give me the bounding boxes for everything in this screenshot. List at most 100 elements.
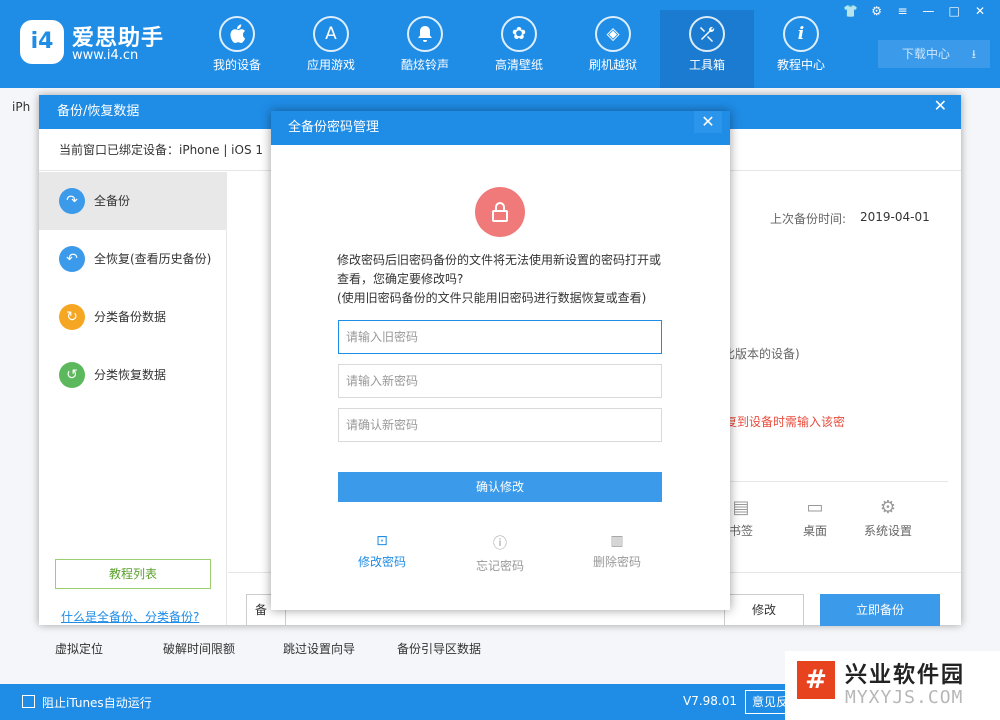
- flower-icon: ✿: [501, 16, 537, 52]
- action-label: 删除密码: [592, 555, 641, 569]
- tutorial-list-button[interactable]: 教程列表: [55, 559, 211, 589]
- option-label: 系统设置: [863, 524, 912, 538]
- block-itunes-checkbox[interactable]: [22, 695, 35, 708]
- option-label: 桌面: [802, 524, 827, 538]
- window-controls: 👕 ⚙ ≡ — □ ✕: [839, 2, 990, 20]
- download-icon: ⭳: [971, 47, 976, 61]
- nav-item-tutorials[interactable]: i 教程中心: [754, 10, 848, 80]
- sidebar-item-label: 分类备份数据: [94, 310, 167, 324]
- sidebar-item-label: 全恢复(查看历史备份): [94, 252, 212, 266]
- sidebar-item-category-backup[interactable]: ↻ 分类备份数据: [39, 288, 227, 346]
- question-icon: ⓘ: [493, 536, 507, 552]
- appstore-icon: A: [313, 16, 349, 52]
- nav-item-wallpapers[interactable]: ✿ 高清壁纸: [472, 10, 566, 80]
- sidebar-item-full-backup[interactable]: ↷ 全备份: [39, 172, 227, 230]
- bell-icon: [407, 16, 443, 52]
- sidebar-item-full-restore[interactable]: ↶ 全恢复(查看历史备份): [39, 230, 227, 288]
- message-line: 修改密码后旧密码备份的文件将无法使用新设置的密码打开或: [337, 253, 662, 267]
- watermark-logo-icon: #: [797, 661, 835, 699]
- menu-icon[interactable]: ≡: [893, 2, 913, 20]
- forgot-password-tab[interactable]: ⓘ 忘记密码: [460, 533, 540, 574]
- app-logo: i4 爱思助手 www.i4.cn: [20, 18, 170, 68]
- close-icon[interactable]: ✕: [694, 111, 722, 133]
- download-center-label: 下载中心: [902, 47, 951, 61]
- sidebar-item-category-restore[interactable]: ↺ 分类恢复数据: [39, 346, 227, 404]
- action-label: 忘记密码: [475, 559, 524, 573]
- new-password-input[interactable]: [338, 364, 662, 398]
- system-settings-option[interactable]: ⚙ 系统设置: [858, 497, 918, 539]
- backup-password-modal: 全备份密码管理 ✕ 修改密码后旧密码备份的文件将无法使用新设置的密码打开或 查看…: [271, 111, 730, 610]
- top-bar: i4 爱思助手 www.i4.cn 我的设备 A 应用游戏 酷炫铃声 ✿ 高清壁…: [0, 0, 1000, 88]
- modal-title-bar: 全备份密码管理 ✕: [271, 111, 730, 145]
- minimize-icon[interactable]: —: [918, 2, 938, 20]
- delete-password-tab[interactable]: ▥ 删除密码: [577, 533, 657, 570]
- compatibility-note: 比版本的设备): [723, 347, 800, 361]
- divider: [718, 481, 948, 482]
- settings-icon[interactable]: ⚙: [867, 2, 887, 20]
- nav-label: 教程中心: [776, 58, 825, 72]
- gear-icon: ⚙: [879, 497, 897, 518]
- message-note: (使用旧密码备份的文件只能用旧密码进行数据恢复或查看): [337, 291, 647, 305]
- trash-icon: ▥: [610, 533, 624, 549]
- lock-icon: [475, 187, 525, 237]
- category-restore-icon: ↺: [59, 362, 85, 388]
- watermark-url: MYXYJS.COM: [845, 687, 964, 708]
- nav-item-toolbox[interactable]: 工具箱: [660, 10, 754, 88]
- action-label: 修改密码: [357, 555, 406, 569]
- device-tab[interactable]: iPh: [12, 100, 40, 120]
- sidebar-item-label: 分类恢复数据: [94, 368, 167, 382]
- close-icon[interactable]: ✕: [934, 95, 947, 117]
- old-password-input[interactable]: [338, 320, 662, 354]
- block-itunes-label: 阻止iTunes自动运行: [42, 696, 152, 710]
- desktop-option[interactable]: ▭ 桌面: [785, 497, 845, 539]
- backup-sidebar: ↷ 全备份 ↶ 全恢复(查看历史备份) ↻ 分类备份数据 ↺ 分类恢复数据 教程…: [39, 172, 227, 625]
- tablet-icon: ▭: [806, 497, 824, 518]
- modify-path-button[interactable]: 修改: [724, 594, 804, 626]
- last-backup-label: 上次备份时间:: [770, 212, 847, 226]
- nav-label: 高清壁纸: [494, 58, 543, 72]
- confirm-change-button[interactable]: 确认修改: [338, 472, 662, 502]
- backup-now-button[interactable]: 立即备份: [820, 594, 940, 626]
- tool-skip-setup[interactable]: 跳过设置向导: [283, 640, 355, 657]
- nav-item-my-device[interactable]: 我的设备: [190, 10, 284, 80]
- tool-virtual-location[interactable]: 虚拟定位: [55, 640, 103, 657]
- tool-screen-time[interactable]: 破解时间限额: [163, 640, 235, 657]
- nav-item-apps[interactable]: A 应用游戏: [284, 10, 378, 80]
- last-backup-value: 2019-04-01: [860, 210, 930, 224]
- version-label: V7.98.01: [683, 694, 738, 708]
- watermark-name: 兴业软件园: [845, 663, 966, 688]
- nav-label: 工具箱: [688, 58, 725, 72]
- nav-item-ringtones[interactable]: 酷炫铃声: [378, 10, 472, 80]
- skin-icon[interactable]: 👕: [841, 2, 861, 20]
- nav-label: 酷炫铃声: [400, 58, 449, 72]
- password-warning: 复到设备时需输入该密: [725, 415, 846, 429]
- dropbox-icon: ◈: [595, 16, 631, 52]
- download-center-button[interactable]: 下载中心 ⭳: [878, 40, 990, 68]
- tools-icon: [689, 16, 725, 52]
- apple-icon: [219, 16, 255, 52]
- close-icon[interactable]: ✕: [970, 2, 990, 20]
- modal-title: 全备份密码管理: [288, 120, 380, 135]
- full-backup-icon: ↷: [59, 188, 85, 214]
- logo-url: www.i4.cn: [72, 48, 139, 63]
- tool-backup-boot[interactable]: 备份引导区数据: [397, 640, 481, 657]
- sidebar-item-label: 全备份: [94, 194, 131, 208]
- password-actions: ⊡ 修改密码 ⓘ 忘记密码 ▥ 删除密码: [271, 533, 730, 573]
- message-line: 查看，您确定要修改吗?: [337, 272, 464, 286]
- confirm-password-input[interactable]: [338, 408, 662, 442]
- watermark: # 兴业软件园 MYXYJS.COM: [785, 651, 1000, 720]
- nav-item-flash-jailbreak[interactable]: ◈ 刷机越狱: [566, 10, 660, 80]
- nav-label: 应用游戏: [306, 58, 355, 72]
- logo-badge-icon: i4: [20, 20, 64, 64]
- option-label: 书签: [728, 524, 753, 538]
- backup-help-link[interactable]: 什么是全备份、分类备份?: [61, 608, 199, 625]
- category-backup-icon: ↻: [59, 304, 85, 330]
- full-restore-icon: ↶: [59, 246, 85, 272]
- nav-label: 刷机越狱: [588, 58, 637, 72]
- maximize-icon[interactable]: □: [944, 2, 964, 20]
- info-icon: i: [783, 16, 819, 52]
- change-password-tab[interactable]: ⊡ 修改密码: [342, 533, 422, 570]
- lock-small-icon: ⊡: [376, 533, 388, 549]
- nav-label: 我的设备: [212, 58, 261, 72]
- dialog-title: 备份/恢复数据: [57, 104, 140, 119]
